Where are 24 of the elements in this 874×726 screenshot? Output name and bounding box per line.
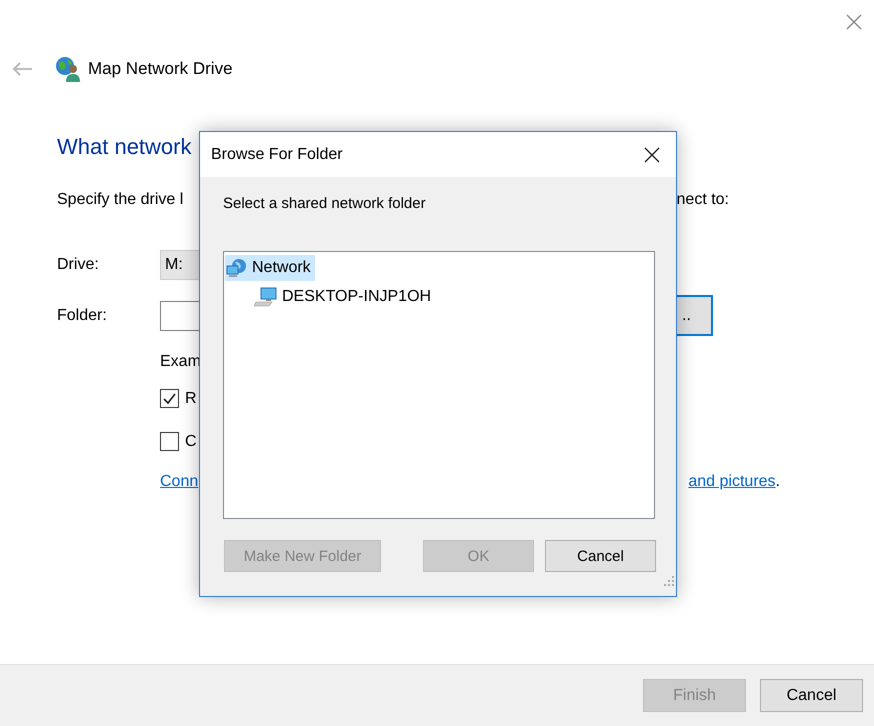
period-text: . [776, 473, 780, 491]
link[interactable]: Conn [160, 473, 198, 491]
computer-icon [254, 287, 278, 307]
checkbox-label: C [185, 432, 197, 450]
page-heading: What network [57, 134, 192, 161]
wizard-button[interactable]: Cancel [760, 679, 863, 712]
instruction-text: nect to: [676, 191, 729, 209]
resize-grip-icon[interactable] [664, 576, 674, 586]
network-icon [226, 258, 248, 278]
checkbox-label: R [185, 390, 197, 408]
checkbox[interactable] [160, 432, 179, 451]
dialog-button[interactable]: Cancel [545, 540, 656, 572]
tree-item[interactable]: DESKTOP-INJP1OH [253, 284, 436, 310]
tree-item[interactable]: Network [225, 255, 315, 281]
folder-label: Folder: [57, 306, 108, 324]
globe-user-icon [55, 56, 81, 82]
link[interactable]: and pictures [688, 473, 776, 491]
instruction-text: Specify the drive l [57, 191, 184, 209]
window-title: Map Network Drive [88, 59, 233, 79]
prompt-text: Select a shared network folder [223, 195, 427, 212]
checkbox[interactable] [160, 389, 179, 408]
close-icon[interactable] [644, 146, 660, 162]
drive-label: Drive: [57, 256, 100, 274]
dialog-title: Browse For Folder [211, 146, 343, 164]
